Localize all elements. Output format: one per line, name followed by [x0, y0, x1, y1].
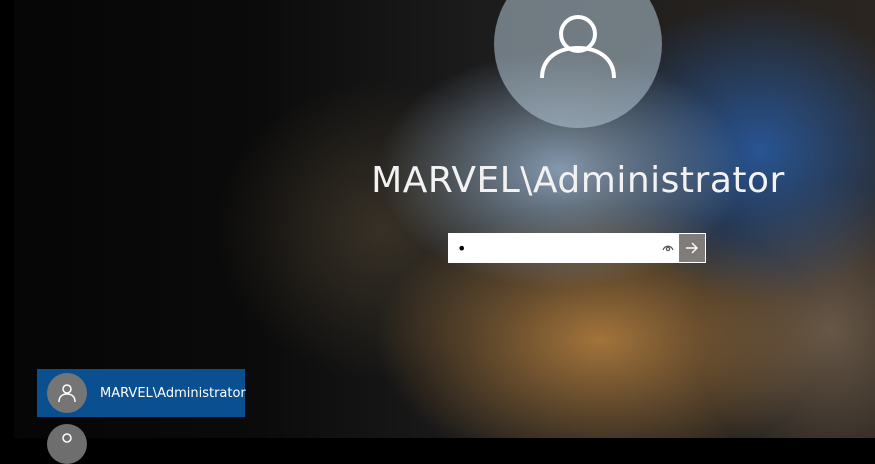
password-input[interactable]	[449, 234, 657, 262]
arrow-right-icon	[686, 242, 699, 254]
user-tile-selected[interactable]: MARVEL\Administrator	[37, 369, 246, 417]
eye-icon	[662, 245, 674, 252]
tile-avatar	[47, 373, 87, 413]
submit-button[interactable]	[679, 234, 705, 262]
password-field[interactable]	[448, 233, 706, 263]
user-icon	[62, 433, 72, 443]
user-icon	[58, 384, 76, 403]
user-tile-other[interactable]	[47, 424, 87, 464]
reveal-password-button[interactable]	[657, 234, 680, 262]
user-tile-label: MARVEL\Administrator	[100, 385, 246, 401]
user-icon	[540, 15, 616, 79]
user-display-name: MARVEL\Administrator	[371, 160, 785, 201]
screen-edge	[0, 0, 14, 438]
